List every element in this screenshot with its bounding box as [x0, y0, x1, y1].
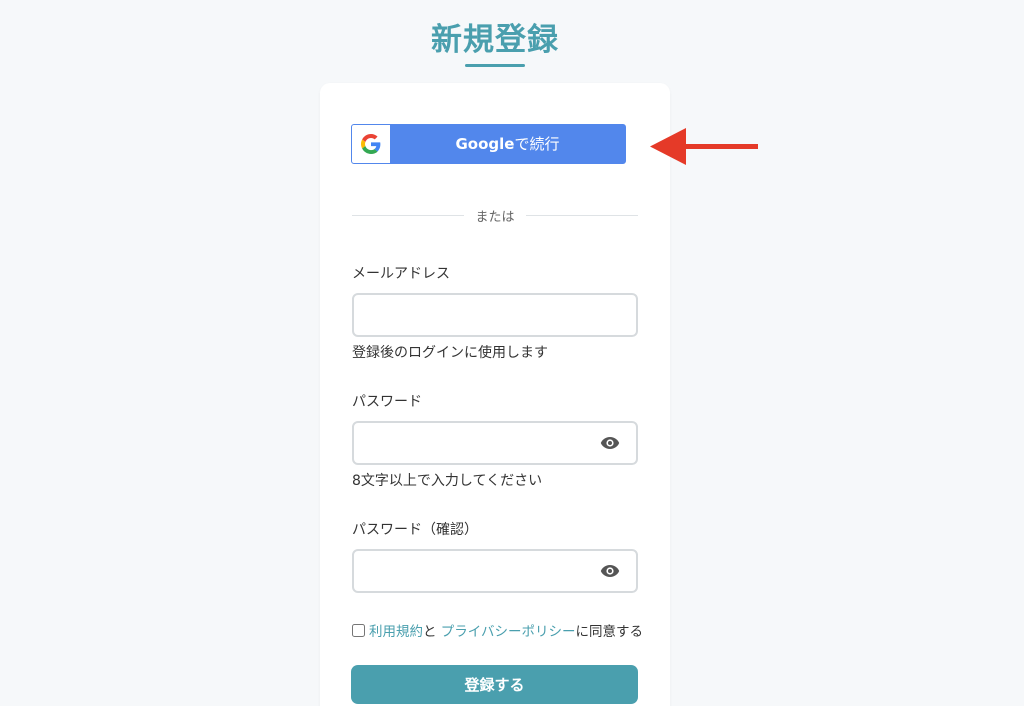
password-helper-text: 8文字以上で入力してください	[352, 473, 543, 489]
privacy-policy-link[interactable]: プライバシーポリシー	[441, 620, 576, 640]
google-brand-text: Google	[455, 135, 515, 153]
password-confirm-input[interactable]	[352, 549, 638, 593]
arrow-left-icon	[650, 128, 758, 165]
terms-checkbox[interactable]	[352, 623, 365, 637]
terms-agreement: 利用規約と プライバシーポリシー に同意する	[352, 620, 643, 640]
password-confirm-label: パスワード（確認）	[352, 522, 478, 538]
register-button[interactable]: 登録する	[351, 665, 638, 704]
terms-link[interactable]: 利用規約	[369, 620, 423, 640]
password-label: パスワード	[352, 394, 422, 410]
google-icon	[352, 125, 390, 163]
google-suffix-text: で続行	[514, 135, 560, 153]
title-underline	[465, 64, 525, 67]
divider-line-right	[526, 215, 638, 216]
email-input[interactable]	[352, 293, 638, 337]
password-input[interactable]	[352, 421, 638, 465]
google-button-label: Googleで続行	[390, 125, 625, 163]
agreement-joiner: と	[423, 624, 437, 640]
eye-icon[interactable]	[600, 564, 620, 578]
divider-line-left	[352, 215, 464, 216]
email-label: メールアドレス	[352, 266, 450, 282]
eye-icon[interactable]	[600, 436, 620, 450]
divider-text: または	[475, 210, 515, 225]
email-helper-text: 登録後のログインに使用します	[352, 345, 548, 361]
page-title: 新規登録	[431, 22, 559, 58]
google-signin-button[interactable]: Googleで続行	[351, 124, 626, 164]
signup-page: 新規登録 Googleで続行 または メールアドレス 登録後のログインに使用しま…	[0, 0, 1024, 706]
agreement-suffix: に同意する	[575, 624, 644, 640]
